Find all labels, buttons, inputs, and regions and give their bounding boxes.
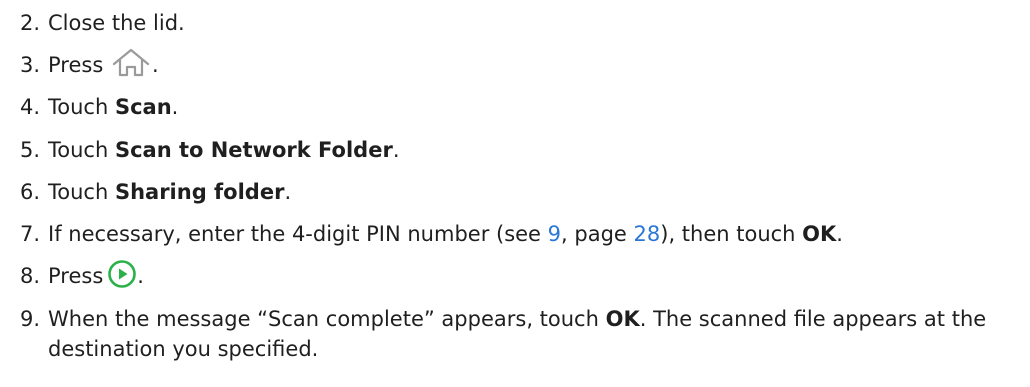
step-prefix: Touch xyxy=(48,180,115,204)
button-name-scan: Scan xyxy=(114,95,172,119)
step-suffix: . xyxy=(137,264,144,288)
step-number: 7. xyxy=(20,222,41,246)
step-suffix: . xyxy=(284,180,292,204)
step-text: Touch Scan. xyxy=(48,92,178,122)
step-number: 3. xyxy=(20,53,41,77)
button-name-ok: OK xyxy=(802,222,837,246)
step-suffix: . xyxy=(171,95,179,119)
step-reference-link[interactable]: 9 xyxy=(548,222,561,246)
step-number: 6. xyxy=(20,180,41,204)
button-name-sharing-folder: Sharing folder xyxy=(114,180,285,204)
step-number: 2. xyxy=(20,11,41,35)
page-reference-link[interactable]: 28 xyxy=(634,222,661,246)
play-icon xyxy=(107,259,137,289)
step-number: 8. xyxy=(20,264,41,288)
step-number: 9. xyxy=(20,307,41,331)
step-prefix: Touch xyxy=(48,95,115,119)
step-suffix: . xyxy=(836,222,843,246)
step-prefix: When the message “Scan complete” appears… xyxy=(48,307,606,331)
instruction-steps: 2. Close the lid. 3. Press . 4. Touch Sc… xyxy=(0,0,1030,387)
step-text: Touch Scan to Network Folder. xyxy=(48,135,400,165)
step-text: Touch Sharing folder. xyxy=(48,177,291,207)
step-prefix: Press xyxy=(48,53,104,77)
step-text: Press . xyxy=(48,48,159,81)
step-prefix: Press xyxy=(48,264,104,288)
step-suffix: . xyxy=(151,53,159,77)
step-prefix: Touch xyxy=(48,138,115,162)
step-text: Press . xyxy=(48,259,144,292)
step-text: When the message “Scan complete” appears… xyxy=(48,304,988,364)
step-number: 5. xyxy=(20,138,41,162)
step-middle-text-2: ), then touch xyxy=(660,222,803,246)
step-text: Close the lid. xyxy=(48,11,185,35)
step-text: If necessary, enter the 4-digit PIN numb… xyxy=(48,219,843,249)
step-prefix: If necessary, enter the 4-digit PIN numb… xyxy=(48,222,548,246)
home-icon xyxy=(110,48,152,78)
button-name-scan-to-network-folder: Scan to Network Folder xyxy=(114,138,393,162)
step-number: 4. xyxy=(20,95,41,119)
step-suffix: . xyxy=(392,138,400,162)
step-middle-text: , page xyxy=(561,222,634,246)
button-name-ok: OK xyxy=(605,307,640,331)
